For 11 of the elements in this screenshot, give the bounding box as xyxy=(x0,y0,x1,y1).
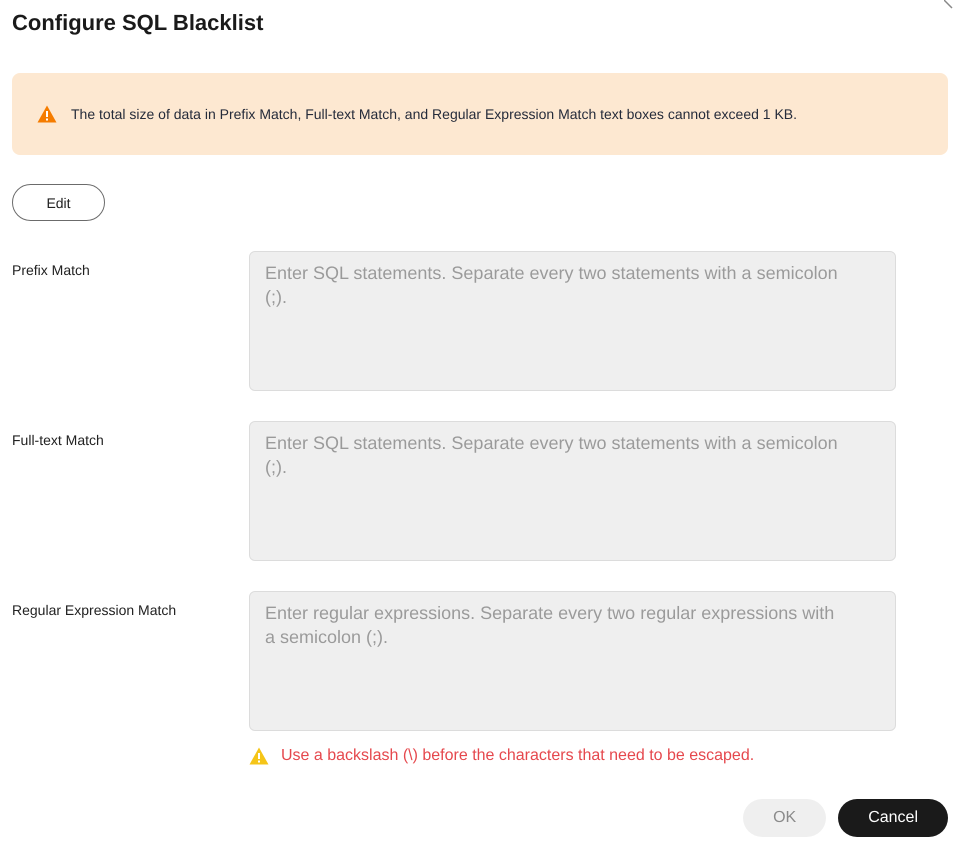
dialog-title: Configure SQL Blacklist xyxy=(12,9,264,37)
hint-text: Use a backslash (\) before the characters that need to be escaped. xyxy=(281,747,754,765)
field-label: Prefix Match xyxy=(12,261,91,280)
warning-icon xyxy=(37,105,57,123)
cancel-button[interactable]: Cancel xyxy=(838,799,948,837)
close-icon[interactable] xyxy=(944,0,954,10)
warning-text: The total size of data in Prefix Match, Full-text Match, and Regular Expression Match text boxes cannot exceed 1 KB. xyxy=(71,104,798,124)
warning-icon xyxy=(249,747,269,765)
edit-button[interactable]: Edit xyxy=(12,184,105,221)
field-label: Full-text Match xyxy=(12,431,105,450)
field-label: Regular Expression Match xyxy=(12,601,178,620)
